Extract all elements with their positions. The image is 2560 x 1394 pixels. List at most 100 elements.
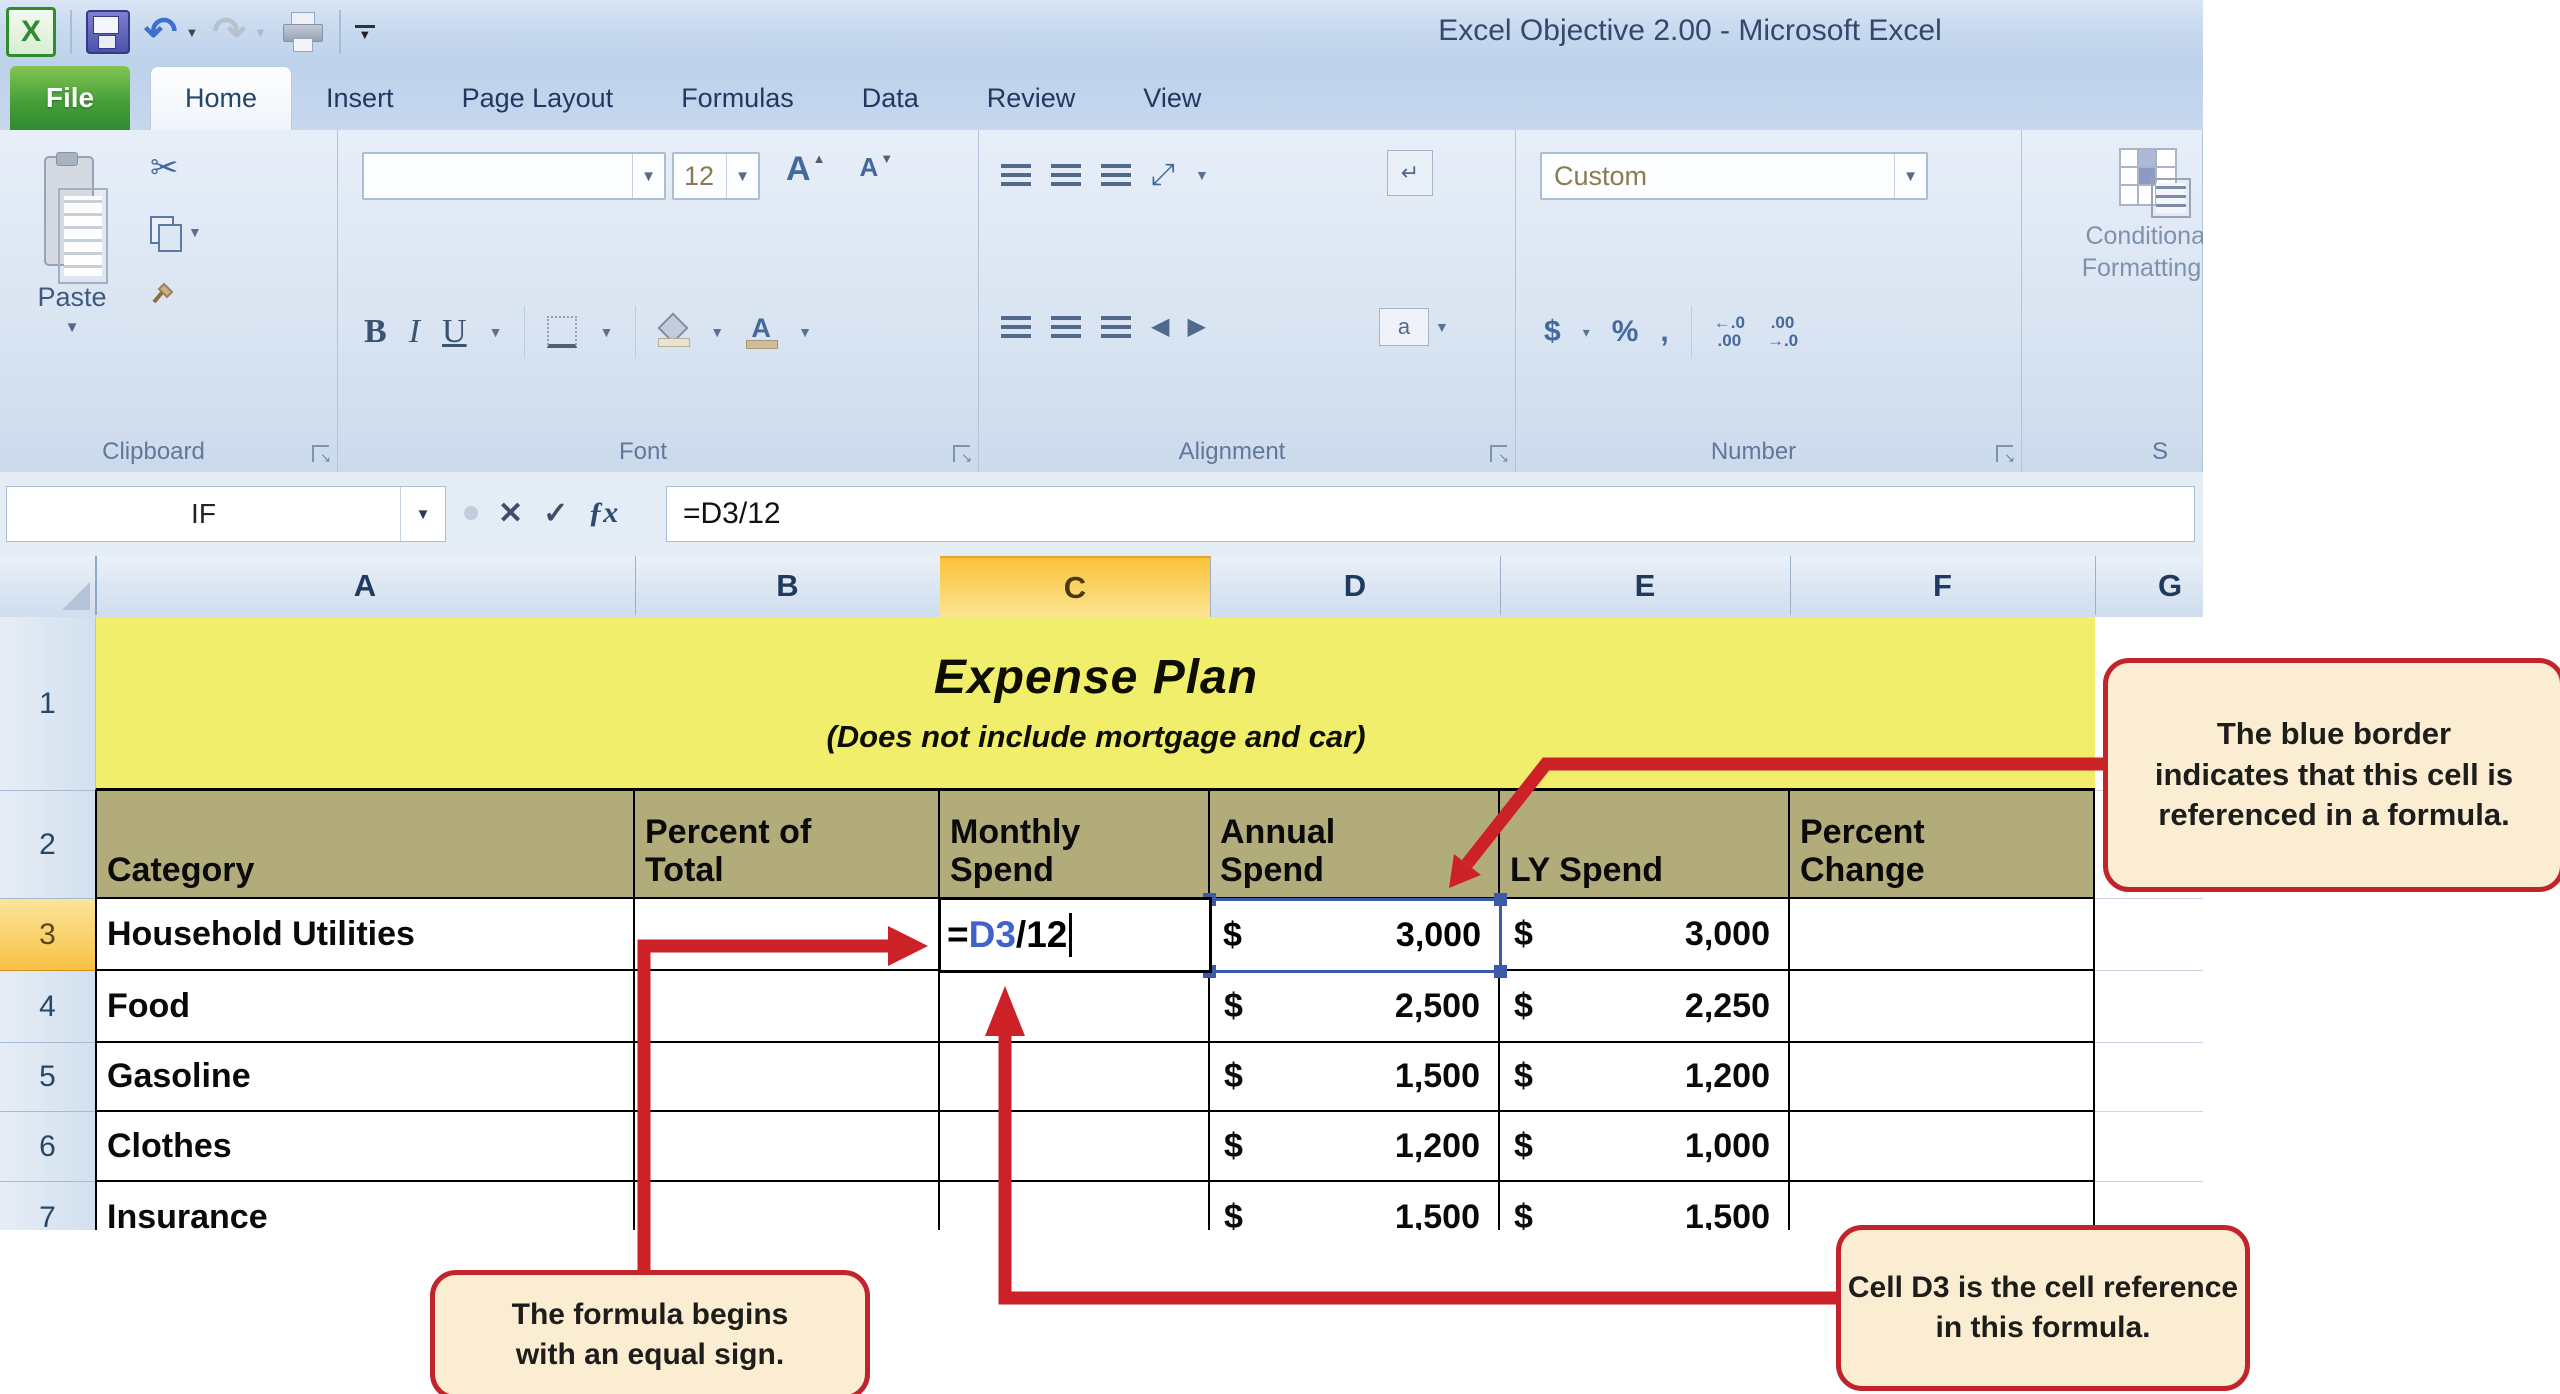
font-size-combo[interactable]: 12▼ xyxy=(672,152,760,200)
comma-style-button[interactable]: , xyxy=(1660,315,1668,349)
cut-button[interactable]: ✂ xyxy=(150,148,179,188)
cell-e4[interactable]: $2,250 xyxy=(1500,971,1790,1043)
cell-a1-banner[interactable]: Expense Plan (Does not include mortgage … xyxy=(95,617,2097,791)
cell-d6[interactable]: $1,200 xyxy=(1210,1112,1500,1182)
cell-a2-category-header[interactable]: Category xyxy=(95,791,635,899)
number-dialog-launcher[interactable]: ↘ xyxy=(1996,445,2013,462)
cell-d3-referenced[interactable]: $3,000 xyxy=(1208,898,1502,973)
fill-color-dropdown-icon[interactable]: ▼ xyxy=(710,324,724,340)
redo-dropdown-icon[interactable]: ▼ xyxy=(254,25,267,40)
cell-b3[interactable] xyxy=(635,899,940,971)
cell-d7[interactable]: $1,500 xyxy=(1210,1182,1500,1230)
column-header-c[interactable]: C xyxy=(940,556,1211,617)
cell-d5[interactable]: $1,500 xyxy=(1210,1043,1500,1112)
undo-dropdown-icon[interactable]: ▼ xyxy=(186,25,199,40)
accounting-dropdown-icon[interactable]: ▾ xyxy=(1583,324,1590,341)
font-color-dropdown-icon[interactable]: ▼ xyxy=(798,324,812,340)
column-header-e[interactable]: E xyxy=(1500,556,1791,615)
alignment-dialog-launcher[interactable]: ↘ xyxy=(1490,445,1507,462)
row-header-7[interactable]: 7 xyxy=(0,1182,97,1230)
fill-color-icon[interactable] xyxy=(658,317,688,347)
excel-logo-icon[interactable]: X xyxy=(6,7,56,57)
cell-e7[interactable]: $1,500 xyxy=(1500,1182,1790,1230)
name-box-dropdown-icon[interactable]: ▼ xyxy=(400,487,445,541)
cell-g6[interactable] xyxy=(2095,1112,2203,1182)
tab-formulas[interactable]: Formulas xyxy=(647,66,828,130)
cell-f7[interactable] xyxy=(1790,1182,2095,1230)
italic-button[interactable]: I xyxy=(409,313,420,351)
cell-a5[interactable]: Gasoline xyxy=(95,1043,635,1112)
align-left-icon[interactable] xyxy=(1001,316,1031,338)
cell-f3[interactable] xyxy=(1790,899,2095,971)
cell-d2-annual-spend-header[interactable]: AnnualSpend xyxy=(1210,791,1500,899)
wrap-text-icon[interactable]: ↵ xyxy=(1387,150,1433,196)
formula-input[interactable]: =D3/12 xyxy=(666,486,2195,542)
row-header-3[interactable]: 3 xyxy=(0,899,97,971)
align-bottom-icon[interactable] xyxy=(1101,164,1131,186)
cell-c3-formula-edit[interactable]: =D3/12 xyxy=(938,897,1212,973)
cell-c6[interactable] xyxy=(940,1112,1210,1182)
select-all-corner[interactable] xyxy=(0,556,97,615)
customize-qat-icon[interactable]: ▼ xyxy=(355,25,375,40)
cell-e2-ly-spend-header[interactable]: LY Spend xyxy=(1500,791,1790,899)
cell-c7[interactable] xyxy=(940,1182,1210,1230)
font-dialog-launcher[interactable]: ↘ xyxy=(953,445,970,462)
format-painter-button[interactable] xyxy=(150,276,180,306)
cell-c5[interactable] xyxy=(940,1043,1210,1112)
cell-b5[interactable] xyxy=(635,1043,940,1112)
row-header-2[interactable]: 2 xyxy=(0,791,97,899)
underline-button[interactable]: U xyxy=(442,313,467,351)
merge-center-dropdown-icon[interactable]: ▼ xyxy=(1435,319,1449,335)
align-right-icon[interactable] xyxy=(1101,316,1131,338)
cell-f5[interactable] xyxy=(1790,1043,2095,1112)
align-center-icon[interactable] xyxy=(1051,316,1081,338)
cell-e5[interactable]: $1,200 xyxy=(1500,1043,1790,1112)
cell-g3[interactable] xyxy=(2095,899,2203,971)
cell-g7[interactable] xyxy=(2095,1182,2203,1230)
tab-data[interactable]: Data xyxy=(828,66,953,130)
column-header-g[interactable]: G xyxy=(2095,556,2203,615)
name-box[interactable]: IF ▼ xyxy=(6,486,446,542)
cell-f6[interactable] xyxy=(1790,1112,2095,1182)
cell-e3[interactable]: $3,000 xyxy=(1500,899,1790,971)
cell-a6[interactable]: Clothes xyxy=(95,1112,635,1182)
tab-insert[interactable]: Insert xyxy=(292,66,428,130)
percent-style-button[interactable]: % xyxy=(1612,315,1639,349)
bold-button[interactable]: B xyxy=(364,313,387,351)
enter-button[interactable]: ✓ xyxy=(543,496,568,531)
paste-dropdown-icon[interactable]: ▼ xyxy=(65,319,80,336)
cell-a7[interactable]: Insurance xyxy=(95,1182,635,1230)
column-header-b[interactable]: B xyxy=(635,556,941,615)
save-icon[interactable] xyxy=(86,10,130,54)
shrink-font-button[interactable]: A▼ xyxy=(859,152,893,186)
align-top-icon[interactable] xyxy=(1001,164,1031,186)
cell-b2-percent-total-header[interactable]: Percent ofTotal xyxy=(635,791,940,899)
cell-d4[interactable]: $2,500 xyxy=(1210,971,1500,1043)
row-header-6[interactable]: 6 xyxy=(0,1112,97,1182)
cell-c4[interactable] xyxy=(940,971,1210,1043)
row-header-4[interactable]: 4 xyxy=(0,971,97,1043)
column-header-a[interactable]: A xyxy=(95,556,636,615)
conditional-formatting-button[interactable]: Conditional Formatting▾ xyxy=(2058,148,2203,284)
cell-b7[interactable] xyxy=(635,1182,940,1230)
cancel-button[interactable]: ✕ xyxy=(498,496,523,531)
cell-a4[interactable]: Food xyxy=(95,971,635,1043)
redo-icon[interactable]: ↷ xyxy=(212,12,246,52)
increase-decimal-button[interactable]: ←.0.00 xyxy=(1714,314,1745,350)
row-header-1[interactable]: 1 xyxy=(0,617,97,791)
undo-icon[interactable]: ↶ xyxy=(144,12,178,52)
underline-dropdown-icon[interactable]: ▼ xyxy=(489,324,503,340)
column-header-d[interactable]: D xyxy=(1210,556,1501,615)
insert-function-button[interactable]: ƒx xyxy=(588,496,618,530)
cell-a3[interactable]: Household Utilities xyxy=(95,899,635,971)
tab-view[interactable]: View xyxy=(1109,66,1235,130)
grow-font-button[interactable]: A▲ xyxy=(786,152,825,186)
tab-review[interactable]: Review xyxy=(953,66,1110,130)
cell-f2-percent-change-header[interactable]: PercentChange xyxy=(1790,791,2095,899)
cell-f4[interactable] xyxy=(1790,971,2095,1043)
cell-b4[interactable] xyxy=(635,971,940,1043)
orientation-icon[interactable]: ⤢ xyxy=(1151,158,1175,192)
cell-g4[interactable] xyxy=(2095,971,2203,1043)
cell-g5[interactable] xyxy=(2095,1043,2203,1112)
font-color-icon[interactable]: A xyxy=(746,315,776,349)
